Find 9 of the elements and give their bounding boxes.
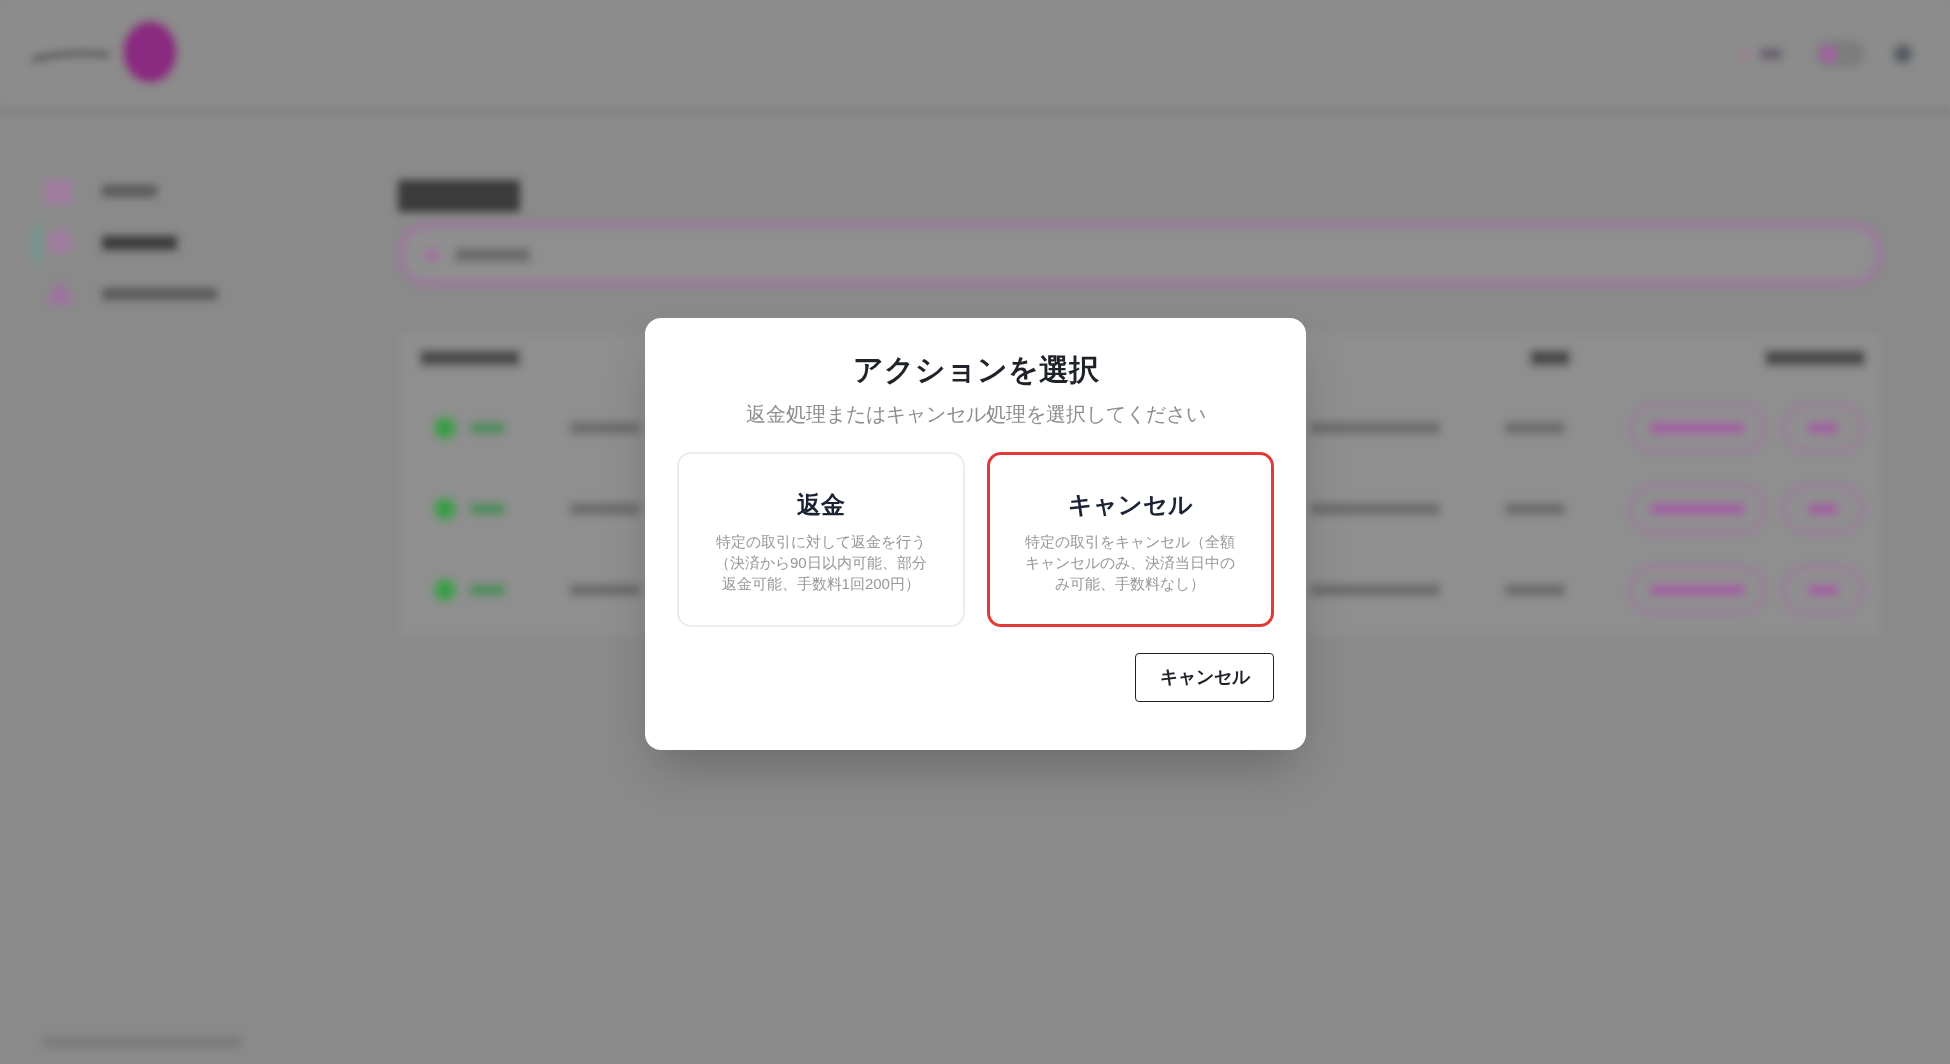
option-description: 特定の取引に対して返金を行う（決済から90日以内可能、部分返金可能、手数料1回200円） [713, 532, 928, 594]
option-title: 返金 [796, 490, 845, 520]
cancel-button[interactable]: キャンセル [1135, 653, 1274, 702]
option-card[interactable]: キャンセル 特定の取引をキャンセル（全額キャンセルのみ、決済当日中のみ可能、手数料なし） [986, 452, 1274, 627]
option-card[interactable]: 返金 特定の取引に対して返金を行う（決済から90日以内可能、部分返金可能、手数料1回200円） [677, 452, 965, 627]
option-title: キャンセル [1067, 490, 1193, 520]
dialog-title: アクションを選択 [852, 352, 1099, 388]
dialog-subtitle: 返金処理またはキャンセル処理を選択してください [745, 402, 1206, 427]
option-description: 特定の取引をキャンセル（全額キャンセルのみ、決済当日中のみ可能、手数料なし） [1024, 532, 1237, 594]
